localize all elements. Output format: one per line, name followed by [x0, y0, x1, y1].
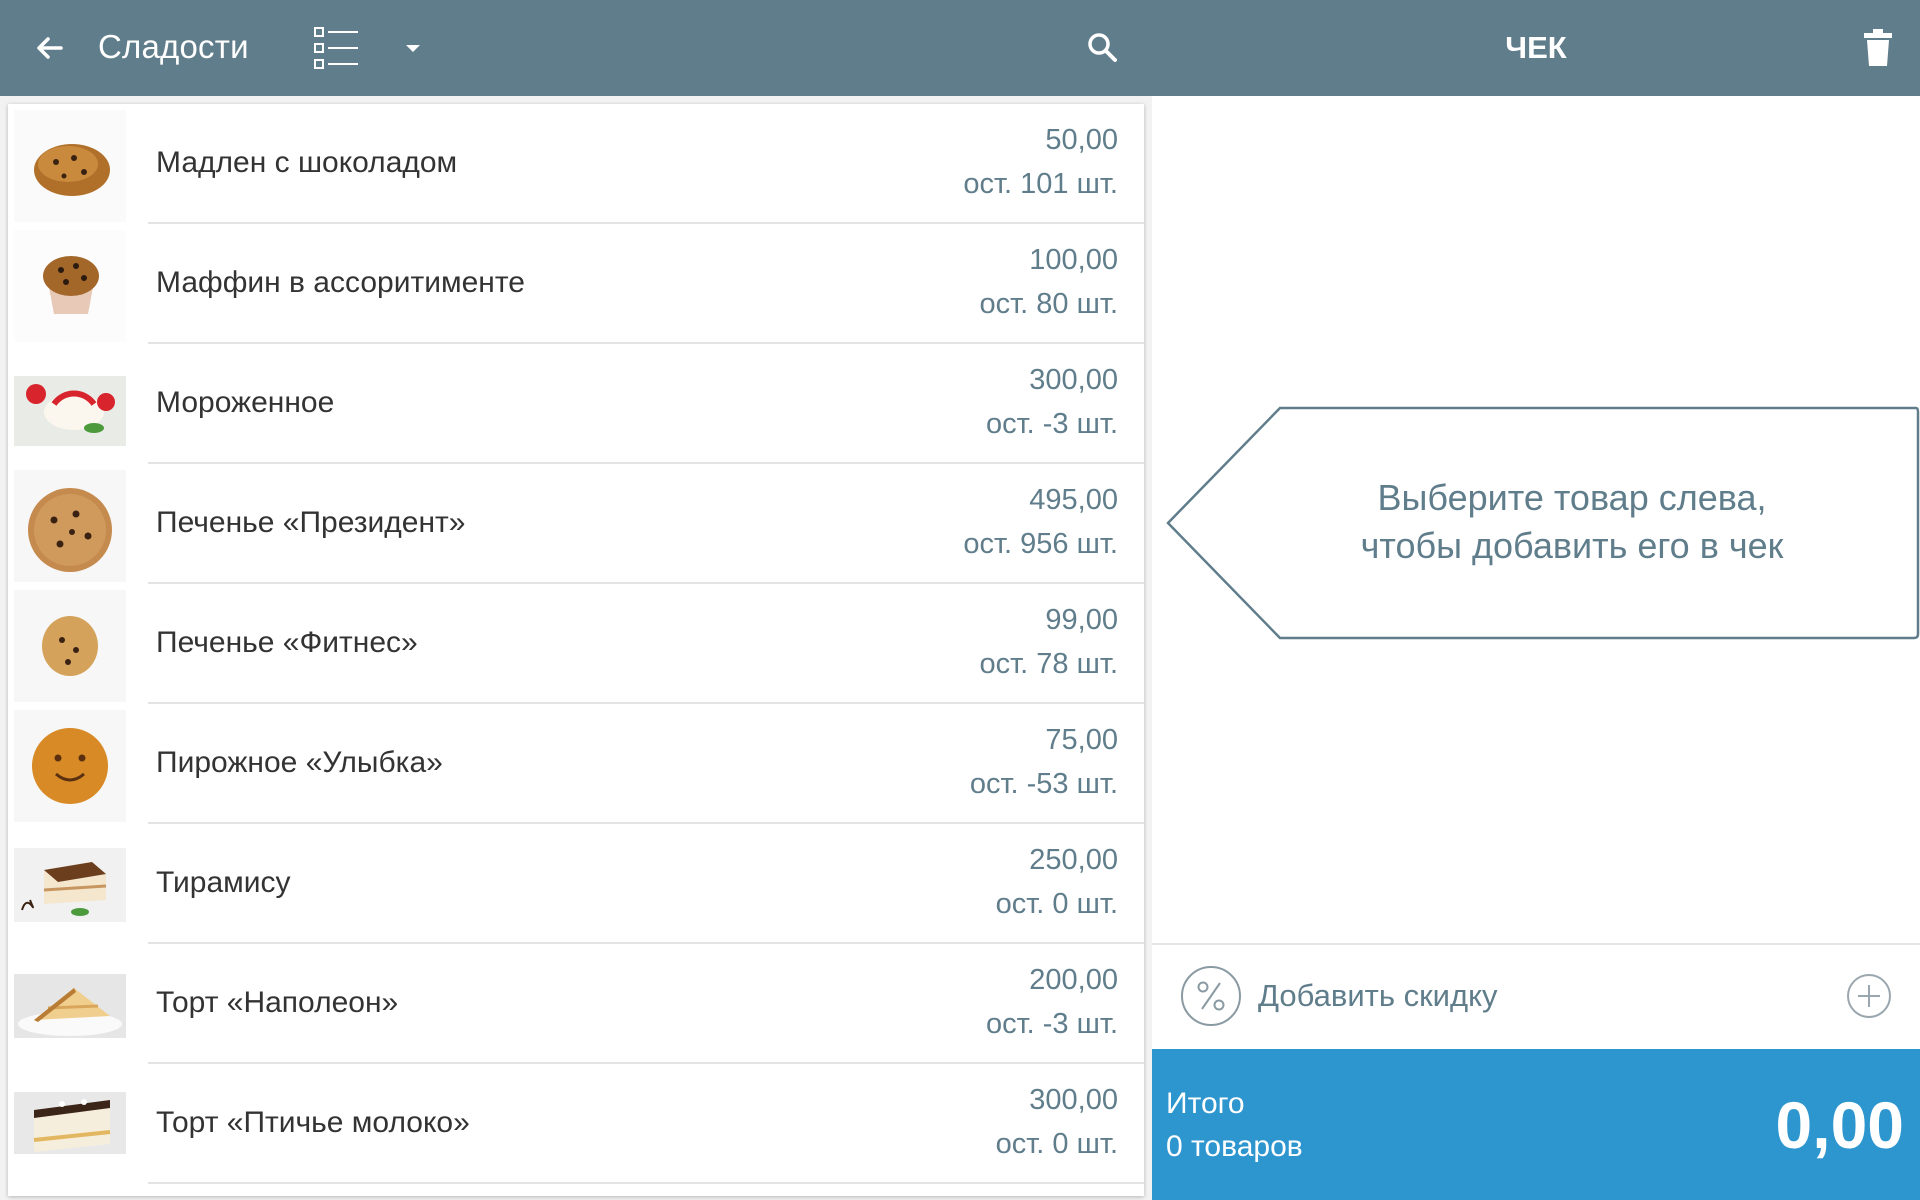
category-title: Сладости [98, 28, 249, 65]
product-row[interactable]: Мадлен с шоколадом 50,00 ост. 101 шт. [8, 104, 1144, 224]
receipt-panel: Выберите товар слева, чтобы добавить его… [1152, 96, 1920, 1200]
product-row[interactable]: Торт «Наполеон» 200,00 ост. -3 шт. [8, 944, 1144, 1064]
product-row[interactable]: Маффин в ассоритименте 100,00 ост. 80 шт… [8, 224, 1144, 344]
caret-down-icon [406, 45, 420, 52]
product-stock: ост. 956 шт. [963, 528, 1118, 560]
hint-line-1: Выберите товар слева, [1377, 477, 1767, 518]
product-name: Тирамису [156, 866, 291, 899]
product-price: 495,00 [1029, 484, 1118, 516]
product-price: 100,00 [1029, 244, 1118, 276]
product-stock: ост. -3 шт. [985, 1008, 1118, 1040]
product-stock: ост. -3 шт. [985, 408, 1118, 440]
product-price: 300,00 [1029, 1084, 1118, 1116]
empty-receipt-hint: Выберите товар слева, чтобы добавить его… [1292, 474, 1852, 570]
product-row[interactable]: Торт «Птичье молоко» 300,00 ост. 0 шт. [8, 1064, 1144, 1184]
row-divider [148, 1182, 1144, 1184]
product-stock: ост. 78 шт. [979, 648, 1118, 680]
product-row[interactable]: Пирожное «Улыбка» 75,00 ост. -53 шт. [8, 704, 1144, 824]
percent-icon [1181, 966, 1241, 1026]
product-price: 99,00 [1045, 604, 1118, 636]
arrow-left-icon [37, 37, 63, 59]
product-price: 250,00 [1029, 844, 1118, 876]
product-stock: ост. 101 шт. [963, 168, 1118, 200]
search-button[interactable] [1083, 28, 1123, 68]
total-label: Итого [1166, 1087, 1245, 1120]
clear-receipt-button[interactable] [1858, 26, 1898, 70]
product-name: Пирожное «Улыбка» [156, 746, 443, 779]
madeleine-photo [14, 110, 126, 222]
bird-milk-cake-photo [14, 1070, 126, 1182]
product-list: Мадлен с шоколадом 50,00 ост. 101 шт. Ма… [8, 104, 1144, 1196]
product-name: Торт «Птичье молоко» [156, 1106, 470, 1139]
hint-line-2: чтобы добавить его в чек [1360, 525, 1784, 566]
items-count: 0 товаров [1166, 1130, 1303, 1163]
product-price: 50,00 [1045, 124, 1118, 156]
product-row[interactable]: Печенье «Фитнес» 99,00 ост. 78 шт. [8, 584, 1144, 704]
muffin-photo [14, 230, 126, 342]
product-row[interactable]: Тирамису 250,00 ост. 0 шт. [8, 824, 1144, 944]
product-name: Торт «Наполеон» [156, 986, 399, 1019]
plus-circle-icon[interactable] [1846, 973, 1892, 1019]
total-pay-button[interactable]: Итого 0 товаров 0,00 [1152, 1049, 1920, 1200]
product-name: Печенье «Фитнес» [156, 626, 418, 659]
product-stock: ост. -53 шт. [969, 768, 1118, 800]
view-dropdown-button[interactable] [398, 34, 428, 64]
tiramisu-photo [14, 830, 126, 942]
fitness-cookie-photo [14, 590, 126, 702]
list-view-button[interactable] [308, 24, 360, 72]
product-price: 300,00 [1029, 364, 1118, 396]
search-icon [1088, 33, 1117, 62]
product-name: Мадлен с шоколадом [156, 146, 458, 179]
product-stock: ост. 80 шт. [979, 288, 1118, 320]
product-stock: ост. 0 шт. [995, 888, 1118, 920]
product-row[interactable]: Печенье «Президент» 495,00 ост. 956 шт. [8, 464, 1144, 584]
napoleon-cake-photo [14, 950, 126, 1062]
add-discount-button[interactable]: Добавить скидку [1152, 945, 1920, 1049]
cookie-photo [14, 470, 126, 582]
smile-cake-photo [14, 710, 126, 822]
product-name: Маффин в ассоритименте [156, 266, 525, 299]
trash-icon [1864, 29, 1892, 66]
back-button[interactable] [28, 26, 72, 70]
product-price: 75,00 [1045, 724, 1118, 756]
total-amount: 0,00 [1775, 1088, 1904, 1162]
list-view-icon [314, 27, 358, 69]
product-stock: ост. 0 шт. [995, 1128, 1118, 1160]
product-name: Мороженное [156, 386, 335, 419]
receipt-title: ЧЕК [1505, 30, 1567, 65]
product-row[interactable]: Мороженное 300,00 ост. -3 шт. [8, 344, 1144, 464]
ice-cream-photo [14, 350, 126, 462]
catalog-toolbar: Сладости [0, 0, 1152, 96]
receipt-toolbar: ЧЕК [1152, 0, 1920, 96]
product-price: 200,00 [1029, 964, 1118, 996]
product-name: Печенье «Президент» [156, 506, 466, 539]
discount-label: Добавить скидку [1258, 978, 1498, 1013]
